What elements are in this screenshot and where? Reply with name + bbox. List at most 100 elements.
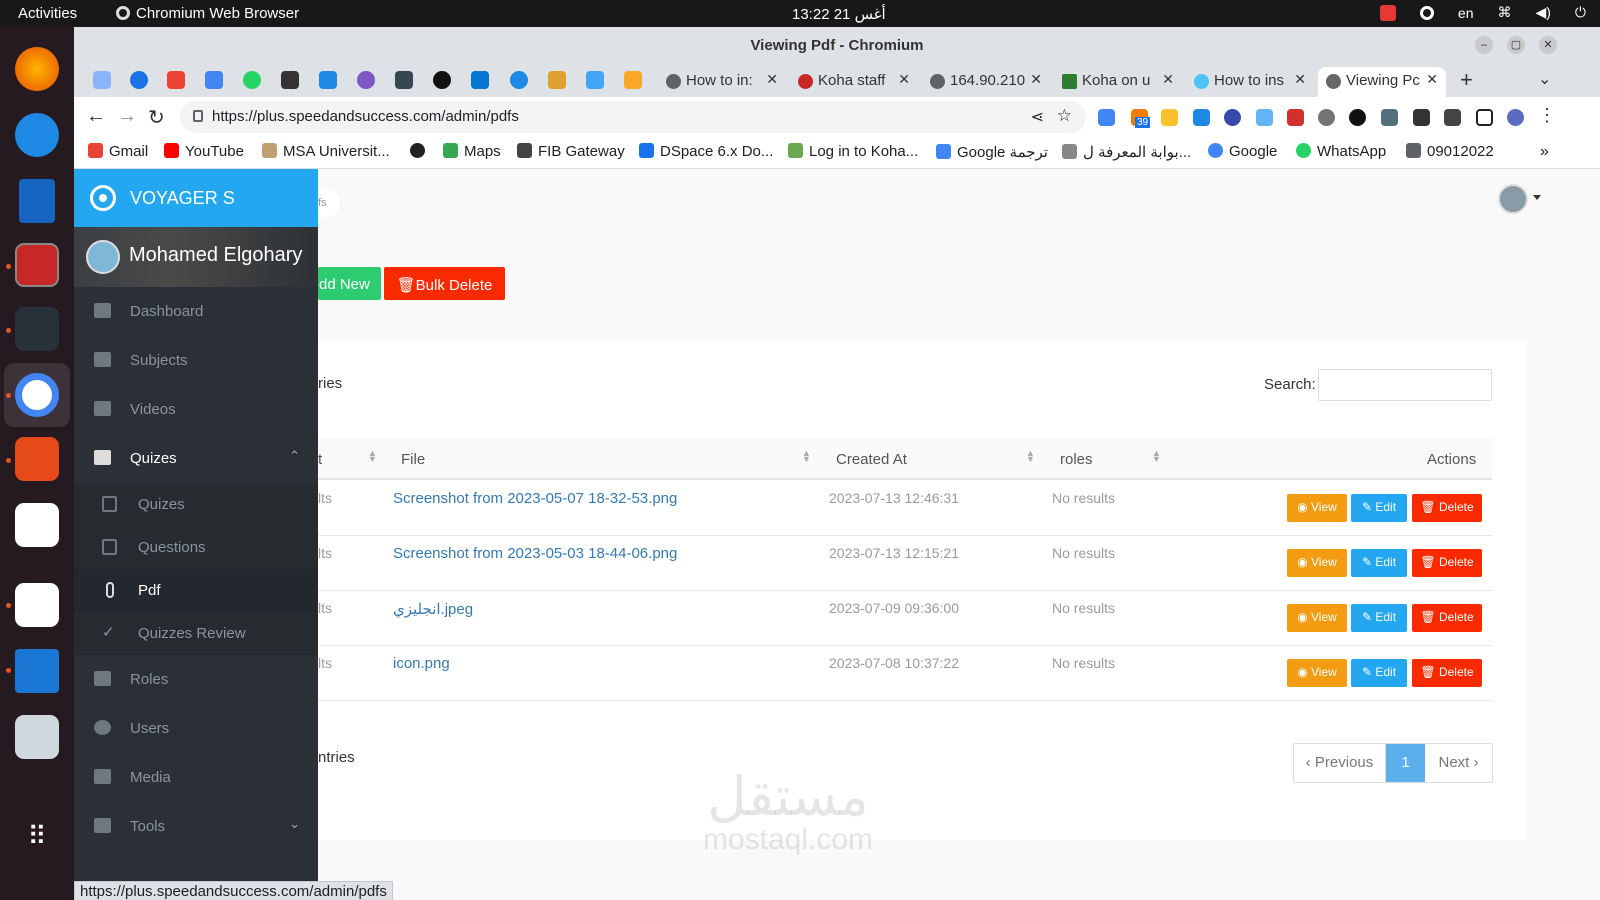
share-icon[interactable]: ⋖ [1031, 107, 1044, 127]
pinned-tab-icon[interactable] [395, 71, 413, 89]
page-1-button[interactable]: 1 [1386, 744, 1425, 782]
pinned-tab-icon[interactable] [586, 71, 604, 89]
view-button[interactable]: ◉ View [1287, 549, 1347, 577]
new-tab-button[interactable]: + [1460, 67, 1473, 93]
rss-ext-icon[interactable]: 39 [1131, 109, 1151, 128]
sidebar-item-subjects[interactable]: Subjects [74, 336, 318, 385]
extension-icon[interactable] [1287, 109, 1304, 126]
bookmark-maps[interactable]: Maps [443, 143, 501, 160]
bookmark-msa[interactable]: MSA Universit... [262, 143, 390, 160]
sidebar-subitem-quizes[interactable]: Quizes [74, 483, 318, 526]
maximize-icon[interactable]: ▢ [1507, 36, 1525, 54]
extension-icon[interactable] [1349, 109, 1366, 126]
sidebar-item-tools[interactable]: Tools ⌄ [74, 802, 318, 851]
minimize-icon[interactable]: – [1475, 36, 1493, 54]
back-icon[interactable]: ← [86, 105, 106, 128]
volume-icon[interactable]: ◀) [1535, 4, 1550, 21]
delete-button[interactable]: 🗑 Delete [1412, 494, 1482, 522]
bookmark-gmail[interactable]: Gmail [88, 143, 148, 160]
files-icon[interactable] [15, 437, 59, 481]
extension-icon[interactable] [1318, 109, 1335, 126]
sidebar-subitem-questions[interactable]: Questions [74, 526, 318, 569]
power-icon[interactable]: ⏻ [1575, 4, 1586, 21]
extension-icon[interactable] [1193, 109, 1210, 126]
browser-tab[interactable]: 164.90.210 ✕ [922, 67, 1050, 97]
brand-header[interactable]: VOYAGER S [74, 169, 318, 227]
avatar[interactable] [1498, 184, 1528, 214]
previous-button[interactable]: ‹ Previous [1294, 744, 1386, 782]
browser-tab[interactable]: How to ins ✕ [1186, 67, 1314, 97]
github-pinned-icon[interactable] [433, 71, 451, 89]
browser-tab[interactable]: Koha on u ✕ [1054, 67, 1182, 97]
tab-close-icon[interactable]: ✕ [1030, 71, 1042, 88]
bookmark-youtube[interactable]: YouTube [164, 143, 244, 160]
vscode-icon[interactable] [15, 649, 59, 693]
edit-button[interactable]: ✎ Edit [1351, 549, 1407, 577]
pinned-tab-icon[interactable] [319, 71, 337, 89]
file-link[interactable]: icon.png [393, 655, 450, 672]
bookmark-fib[interactable]: FIB Gateway [517, 143, 625, 160]
delete-button[interactable]: 🗑 Delete [1412, 549, 1482, 577]
address-bar[interactable]: https://plus.speedandsuccess.com/admin/p… [180, 101, 1086, 133]
outlook-pinned-icon[interactable] [471, 71, 489, 89]
bookmark-translate[interactable]: Google ترجمة [936, 143, 1048, 161]
sidebar-item-roles[interactable]: Roles [74, 655, 318, 704]
system-tray[interactable]: en ⌘ ◀) ⏻ [1379, 4, 1586, 21]
status-icon[interactable] [1419, 5, 1434, 20]
text-editor-icon[interactable] [15, 583, 59, 627]
sidebar-item-users[interactable]: Users [74, 704, 318, 753]
entries-length-label[interactable]: ries [318, 375, 342, 392]
bookmark-folder[interactable]: 09012022 [1406, 143, 1494, 160]
edit-button[interactable]: ✎ Edit [1351, 659, 1407, 687]
puzzle-icon[interactable] [1413, 109, 1430, 126]
sort-icon[interactable]: ▲ ▼ [1152, 449, 1161, 464]
activities-button[interactable]: Activities [18, 5, 77, 22]
pinned-tab-icon[interactable] [281, 71, 299, 89]
user-panel[interactable]: Mohamed Elgohary [74, 227, 318, 287]
media-icon[interactable] [1444, 109, 1461, 126]
column-header-created[interactable]: Created At [836, 451, 907, 468]
close-icon[interactable]: ✕ [1539, 36, 1557, 54]
browser-tab[interactable]: Koha staff ✕ [790, 67, 918, 97]
tab-close-icon[interactable]: ✕ [1162, 71, 1174, 88]
view-button[interactable]: ◉ View [1287, 494, 1347, 522]
app-menu[interactable]: Chromium Web Browser [116, 5, 299, 22]
sort-icon[interactable]: ▲ ▼ [802, 449, 811, 464]
edit-button[interactable]: ✎ Edit [1351, 604, 1407, 632]
firefox-icon[interactable] [15, 47, 59, 91]
caret-down-icon[interactable] [1533, 195, 1541, 200]
pinned-tab-icon[interactable] [357, 71, 375, 89]
file-link[interactable]: Screenshot from 2023-05-07 18-32-53.png [393, 490, 677, 507]
sort-icon[interactable]: ▲ ▼ [1026, 449, 1035, 464]
file-link[interactable]: انجليزي.jpeg [393, 600, 473, 618]
sidebar-item-quizes[interactable]: Quizes ⌃ [74, 434, 318, 483]
search-input[interactable] [1318, 369, 1492, 401]
extension-icon[interactable] [1381, 109, 1398, 126]
breadcrumb[interactable]: fs [318, 189, 340, 217]
file-link[interactable]: Screenshot from 2023-05-03 18-44-06.png [393, 545, 677, 562]
view-button[interactable]: ◉ View [1287, 604, 1347, 632]
pinned-tab-icon[interactable] [130, 71, 148, 89]
view-button[interactable]: ◉ View [1287, 659, 1347, 687]
side-panel-icon[interactable] [1476, 109, 1493, 126]
bookmark-globe[interactable] [410, 143, 431, 160]
terminal-app-icon[interactable] [15, 307, 59, 351]
tab-close-icon[interactable]: ✕ [1294, 71, 1306, 88]
extension-icon[interactable] [1224, 109, 1241, 126]
pinned-tab-icon[interactable] [510, 71, 528, 89]
bookmark-google[interactable]: Google [1208, 143, 1277, 160]
next-button[interactable]: Next › [1425, 744, 1492, 782]
gimp-icon[interactable] [15, 503, 59, 547]
extension-icon[interactable] [1161, 109, 1178, 126]
network-icon[interactable]: ⌘ [1497, 4, 1511, 21]
translate-ext-icon[interactable] [1098, 109, 1115, 126]
bookmark-whatsapp[interactable]: WhatsApp [1296, 143, 1386, 160]
recording-icon[interactable] [1379, 4, 1396, 21]
tab-close-icon[interactable]: ✕ [1426, 71, 1438, 88]
tab-search-icon[interactable]: ⌄ [1538, 69, 1551, 89]
pinned-tab-icon[interactable] [93, 71, 111, 89]
sidebar-item-media[interactable]: Media [74, 753, 318, 802]
bookmark-koha[interactable]: Log in to Koha... [788, 143, 918, 160]
sidebar-item-dashboard[interactable]: Dashboard [74, 287, 318, 336]
browser-tab-active[interactable]: Viewing Pc ✕ [1318, 67, 1446, 97]
